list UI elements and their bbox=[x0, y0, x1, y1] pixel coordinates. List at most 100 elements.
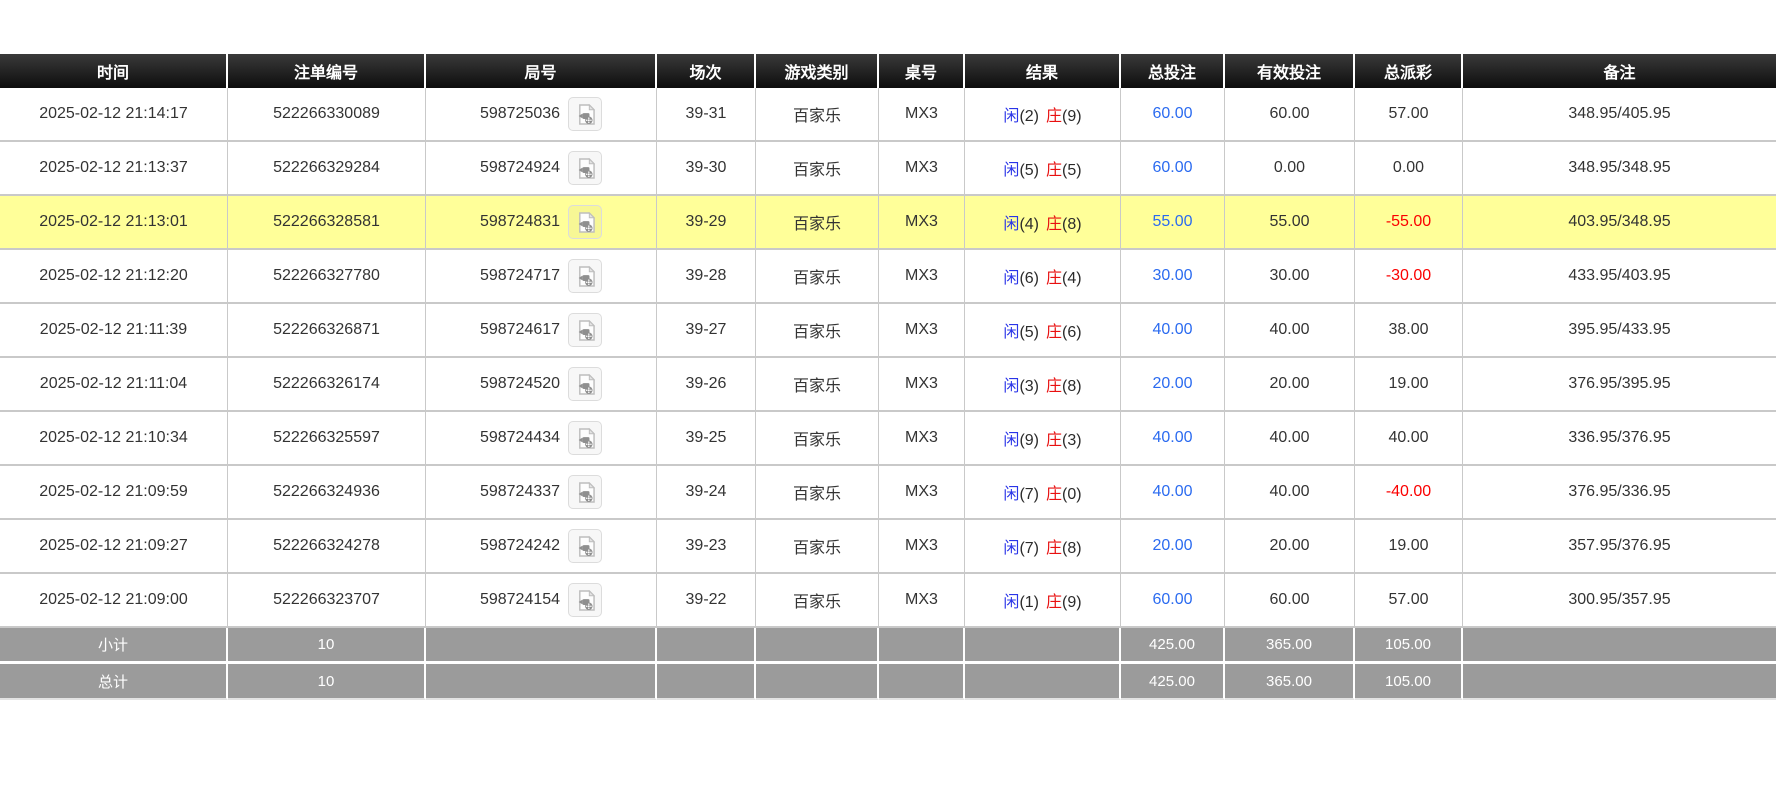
result-cell: 闲(6)庄(4) bbox=[965, 250, 1121, 304]
round-no-cell: 598724154 bbox=[426, 574, 657, 628]
table-row[interactable]: 2025-02-12 21:09:59 522266324936 5987243… bbox=[0, 466, 1776, 520]
video-replay-button[interactable] bbox=[568, 259, 602, 293]
round-number: 598724434 bbox=[480, 429, 560, 447]
summary-label: 总计 bbox=[98, 674, 128, 691]
col-header-session: 场次 bbox=[657, 54, 756, 88]
video-replay-button[interactable] bbox=[568, 583, 602, 617]
summary-count-cell: 10 bbox=[228, 628, 426, 664]
session-number: 39-28 bbox=[686, 267, 727, 284]
column-header-label: 场次 bbox=[689, 65, 721, 82]
payout-amount: -40.00 bbox=[1386, 483, 1431, 500]
bet-no-cell: 522266330089 bbox=[228, 88, 426, 142]
table-row[interactable]: 2025-02-12 21:11:39 522266326871 5987246… bbox=[0, 304, 1776, 358]
bet-no-cell: 522266327780 bbox=[228, 250, 426, 304]
result-banker-label: 庄 bbox=[1046, 216, 1062, 233]
remark-balance: 403.95/348.95 bbox=[1568, 213, 1670, 230]
table-no-cell: MX3 bbox=[879, 88, 965, 142]
total-bet-cell: 55.00 bbox=[1121, 196, 1225, 250]
result-cell: 闲(2)庄(9) bbox=[965, 88, 1121, 142]
table-row[interactable]: 2025-02-12 21:11:04 522266326174 5987245… bbox=[0, 358, 1776, 412]
result-cell: 闲(4)庄(8) bbox=[965, 196, 1121, 250]
video-replay-button[interactable] bbox=[568, 475, 602, 509]
time-cell: 2025-02-12 21:11:39 bbox=[0, 304, 228, 358]
bet-no-cell: 522266328581 bbox=[228, 196, 426, 250]
bet-no-cell: 522266323707 bbox=[228, 574, 426, 628]
session-number: 39-29 bbox=[686, 213, 727, 230]
summary-valid-bet: 365.00 bbox=[1266, 673, 1312, 690]
video-replay-button[interactable] bbox=[568, 529, 602, 563]
bet-number: 522266324936 bbox=[273, 483, 380, 500]
total-bet-amount: 60.00 bbox=[1152, 591, 1192, 608]
column-header-label: 结果 bbox=[1026, 65, 1058, 82]
table-row[interactable]: 2025-02-12 21:13:01 522266328581 5987248… bbox=[0, 196, 1776, 250]
payout-amount: 0.00 bbox=[1393, 159, 1424, 176]
total-bet-cell: 40.00 bbox=[1121, 304, 1225, 358]
video-replay-button[interactable] bbox=[568, 97, 602, 131]
bet-no-cell: 522266324278 bbox=[228, 520, 426, 574]
session-number: 39-30 bbox=[686, 159, 727, 176]
bet-time: 2025-02-12 21:11:04 bbox=[40, 375, 187, 392]
video-replay-icon bbox=[576, 536, 595, 557]
video-replay-button[interactable] bbox=[568, 367, 602, 401]
round-no-cell: 598724617 bbox=[426, 304, 657, 358]
table-row[interactable]: 2025-02-12 21:13:37 522266329284 5987249… bbox=[0, 142, 1776, 196]
result-banker-label: 庄 bbox=[1046, 378, 1062, 395]
session-number: 39-23 bbox=[686, 537, 727, 554]
table-row[interactable]: 2025-02-12 21:14:17 522266330089 5987250… bbox=[0, 88, 1776, 142]
valid-bet-amount: 40.00 bbox=[1269, 429, 1309, 446]
table-number: MX3 bbox=[905, 591, 938, 608]
result-cell: 闲(7)庄(0) bbox=[965, 466, 1121, 520]
result-banker-score: (3) bbox=[1062, 432, 1082, 449]
valid-bet-cell: 60.00 bbox=[1225, 88, 1355, 142]
total-bet-cell: 20.00 bbox=[1121, 520, 1225, 574]
summary-valid-bet: 365.00 bbox=[1266, 636, 1312, 653]
round-no-cell: 598724520 bbox=[426, 358, 657, 412]
result-player-score: (2) bbox=[1019, 108, 1039, 125]
table-no-cell: MX3 bbox=[879, 520, 965, 574]
video-replay-button[interactable] bbox=[568, 313, 602, 347]
table-number: MX3 bbox=[905, 537, 938, 554]
bet-number: 522266326871 bbox=[273, 321, 380, 338]
table-row[interactable]: 2025-02-12 21:12:20 522266327780 5987247… bbox=[0, 250, 1776, 304]
video-replay-button[interactable] bbox=[568, 205, 602, 239]
result-player-label: 闲 bbox=[1003, 594, 1019, 611]
table-row[interactable]: 2025-02-12 21:09:27 522266324278 5987242… bbox=[0, 520, 1776, 574]
video-replay-button[interactable] bbox=[568, 151, 602, 185]
result-banker-label: 庄 bbox=[1046, 594, 1062, 611]
bet-number: 522266324278 bbox=[273, 537, 380, 554]
result-banker-score: (8) bbox=[1062, 540, 1082, 557]
video-replay-icon bbox=[576, 266, 595, 287]
total-bet-cell: 20.00 bbox=[1121, 358, 1225, 412]
valid-bet-cell: 40.00 bbox=[1225, 466, 1355, 520]
summary-count: 10 bbox=[318, 636, 335, 653]
remark-cell: 376.95/395.95 bbox=[1463, 358, 1776, 412]
valid-bet-cell: 0.00 bbox=[1225, 142, 1355, 196]
payout-cell: 40.00 bbox=[1355, 412, 1463, 466]
time-cell: 2025-02-12 21:14:17 bbox=[0, 88, 228, 142]
table-number: MX3 bbox=[905, 483, 938, 500]
table-number: MX3 bbox=[905, 375, 938, 392]
table-row[interactable]: 2025-02-12 21:09:00 522266323707 5987241… bbox=[0, 574, 1776, 628]
payout-cell: 19.00 bbox=[1355, 520, 1463, 574]
summary-valid-bet-cell: 365.00 bbox=[1225, 664, 1355, 700]
video-replay-button[interactable] bbox=[568, 421, 602, 455]
table-row[interactable]: 2025-02-12 21:10:34 522266325597 5987244… bbox=[0, 412, 1776, 466]
game-type-cell: 百家乐 bbox=[756, 250, 879, 304]
summary-label-cell: 总计 bbox=[0, 664, 228, 700]
bet-records-table: 时间注单编号局号场次游戏类别桌号结果总投注有效投注总派彩备注 2025-02-1… bbox=[0, 54, 1776, 700]
result-banker-score: (9) bbox=[1062, 108, 1082, 125]
result-banker-label: 庄 bbox=[1046, 540, 1062, 557]
game-type: 百家乐 bbox=[793, 270, 841, 287]
remark-cell: 348.95/405.95 bbox=[1463, 88, 1776, 142]
result-player-score: (7) bbox=[1019, 486, 1039, 503]
bet-no-cell: 522266329284 bbox=[228, 142, 426, 196]
session-cell: 39-30 bbox=[657, 142, 756, 196]
session-number: 39-27 bbox=[686, 321, 727, 338]
remark-cell: 300.95/357.95 bbox=[1463, 574, 1776, 628]
valid-bet-cell: 30.00 bbox=[1225, 250, 1355, 304]
payout-cell: -40.00 bbox=[1355, 466, 1463, 520]
summary-total-bet: 425.00 bbox=[1149, 673, 1195, 690]
game-type: 百家乐 bbox=[793, 162, 841, 179]
result-player-label: 闲 bbox=[1003, 540, 1019, 557]
time-cell: 2025-02-12 21:10:34 bbox=[0, 412, 228, 466]
